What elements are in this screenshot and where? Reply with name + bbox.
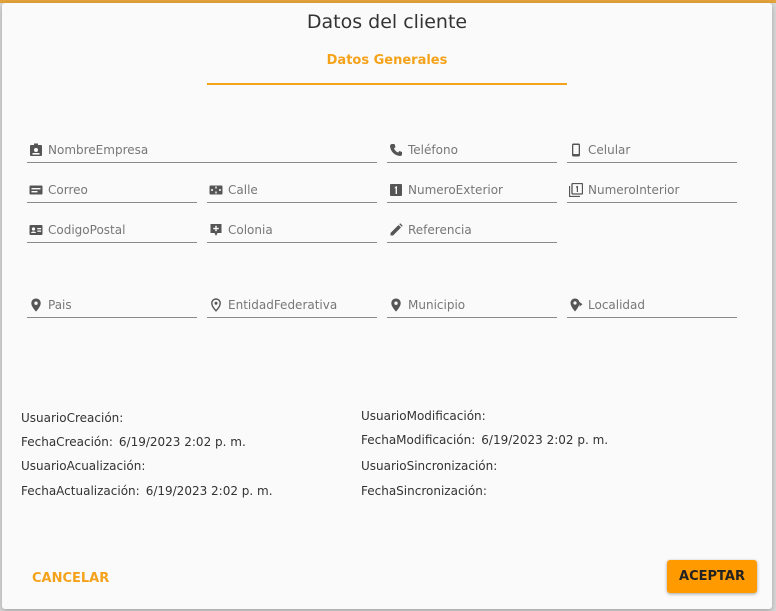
number-one-icon	[390, 184, 402, 196]
municipio-placeholder: Municipio	[408, 298, 466, 312]
badge-icon	[30, 143, 42, 156]
calle-placeholder: Calle	[228, 183, 258, 197]
correo-field[interactable]: Correo	[27, 178, 197, 203]
fecha-modificacion-label: FechaModificación:	[361, 433, 476, 447]
codigo-postal-field[interactable]: CodigoPostal	[27, 218, 197, 243]
number-one-stack-icon	[569, 183, 583, 197]
accept-button[interactable]: ACEPTAR	[667, 560, 757, 593]
usuario-creacion: UsuarioCreación:	[21, 411, 129, 425]
colonia-placeholder: Colonia	[228, 223, 273, 237]
nombre-empresa-field[interactable]: NombreEmpresa	[27, 138, 377, 163]
numero-interior-placeholder: NumeroInterior	[588, 183, 680, 197]
place-outline-icon	[211, 298, 221, 312]
municipio-field[interactable]: Municipio	[387, 293, 557, 318]
fecha-sincronizacion-label: FechaSincronización:	[361, 484, 487, 498]
localidad-placeholder: Localidad	[588, 298, 646, 312]
celular-placeholder: Celular	[588, 143, 631, 157]
mail-card-icon	[29, 185, 43, 195]
entidad-federativa-field[interactable]: EntidadFederativa	[207, 293, 377, 318]
entidad-federativa-placeholder: EntidadFederativa	[228, 298, 338, 312]
pais-field[interactable]: Pais	[27, 293, 197, 318]
usuario-sincronizacion: UsuarioSincronización:	[361, 459, 503, 473]
correo-placeholder: Correo	[48, 183, 88, 197]
tab-indicator	[207, 83, 567, 85]
nombre-empresa-placeholder: NombreEmpresa	[48, 143, 149, 157]
place-icon	[31, 298, 41, 312]
fecha-actualizacion: FechaActualización: 6/19/2023 2:02 p. m.	[21, 484, 273, 498]
fecha-actualizacion-label: FechaActualización:	[21, 484, 140, 498]
phone-icon	[390, 144, 402, 156]
colonia-field[interactable]: Colonia	[207, 218, 377, 243]
road-icon	[209, 185, 223, 195]
pais-placeholder: Pais	[48, 298, 72, 312]
add-location-icon	[210, 224, 222, 236]
usuario-modificacion-label: UsuarioModificación:	[361, 409, 486, 423]
numero-interior-field[interactable]: NumeroInterior	[567, 178, 737, 203]
fecha-creacion: FechaCreación: 6/19/2023 2:02 p. m.	[21, 435, 246, 449]
fecha-modificacion-value: 6/19/2023 2:02 p. m.	[481, 433, 609, 447]
usuario-creacion-label: UsuarioCreación:	[21, 411, 124, 425]
fecha-sincronizacion: FechaSincronización:	[361, 484, 493, 498]
fecha-modificacion: FechaModificación: 6/19/2023 2:02 p. m.	[361, 433, 608, 447]
usuario-actualizacion: UsuarioAcualización:	[21, 459, 151, 473]
pencil-icon	[390, 223, 403, 236]
codigo-postal-placeholder: CodigoPostal	[48, 223, 126, 237]
usuario-sincronizacion-label: UsuarioSincronización:	[361, 459, 498, 473]
fecha-creacion-value: 6/19/2023 2:02 p. m.	[118, 435, 246, 449]
fecha-actualizacion-value: 6/19/2023 2:02 p. m.	[145, 484, 273, 498]
smartphone-icon	[572, 143, 580, 157]
telefono-placeholder: Teléfono	[408, 143, 458, 157]
calle-field[interactable]: Calle	[207, 178, 377, 203]
contact-card-icon	[29, 225, 43, 235]
fecha-creacion-label: FechaCreación:	[21, 435, 113, 449]
referencia-field[interactable]: Referencia	[387, 218, 557, 243]
localidad-field[interactable]: Localidad	[567, 293, 737, 318]
client-dialog: Datos del cliente Datos Generales Nombre…	[2, 3, 772, 609]
cancel-button[interactable]: CANCELAR	[22, 563, 119, 594]
numero-exterior-field[interactable]: NumeroExterior	[387, 178, 557, 203]
dialog-title: Datos del cliente	[306, 11, 468, 33]
usuario-actualizacion-label: UsuarioAcualización:	[21, 459, 146, 473]
telefono-field[interactable]: Teléfono	[387, 138, 557, 163]
directions-location-icon	[570, 298, 583, 312]
referencia-placeholder: Referencia	[408, 223, 472, 237]
numero-exterior-placeholder: NumeroExterior	[408, 183, 503, 197]
place-icon	[391, 298, 401, 312]
tab-datos-generales[interactable]: Datos Generales	[207, 53, 567, 68]
usuario-modificacion: UsuarioModificación:	[361, 409, 492, 423]
celular-field[interactable]: Celular	[567, 138, 737, 163]
